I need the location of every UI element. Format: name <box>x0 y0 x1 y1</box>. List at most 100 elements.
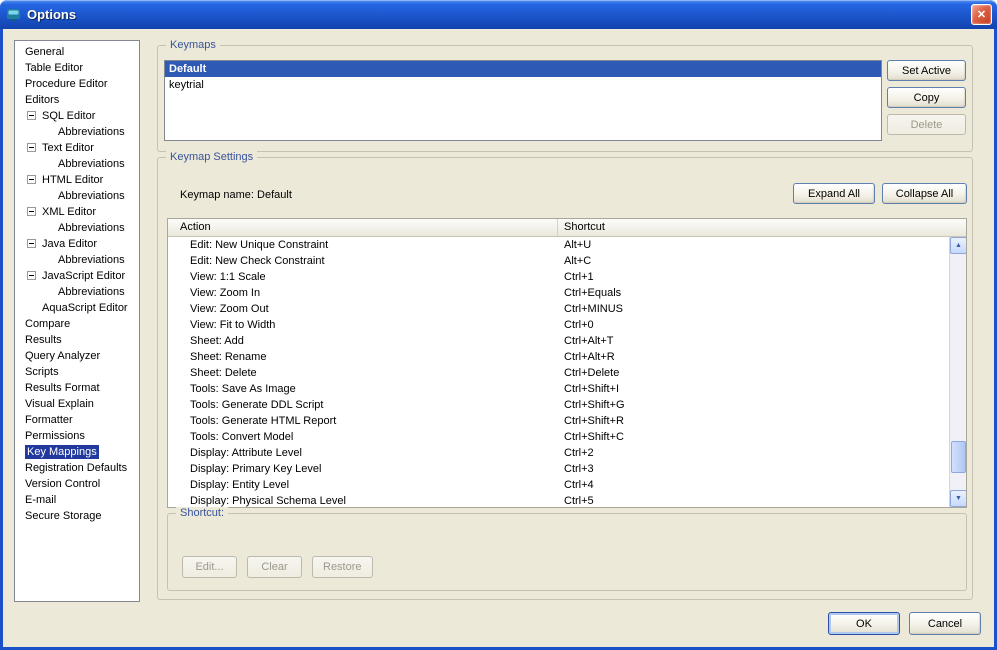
keymap-action-button[interactable]: Copy <box>887 87 966 108</box>
shortcut-cell: Ctrl+Alt+R <box>564 351 615 363</box>
vertical-scrollbar[interactable]: ▲ ▼ <box>949 237 966 507</box>
table-row[interactable]: Display: Entity Level Ctrl+4 <box>168 477 949 493</box>
table-row[interactable]: Display: Primary Key Level Ctrl+3 <box>168 461 949 477</box>
sidebar-item[interactable]: Java Editor <box>15 236 139 252</box>
sidebar-item[interactable]: HTML Editor <box>15 172 139 188</box>
action-cell: Display: Primary Key Level <box>190 463 322 475</box>
sidebar-item[interactable]: Results <box>15 332 139 348</box>
sidebar-item[interactable]: Procedure Editor <box>15 76 139 92</box>
collapse-expander-icon[interactable] <box>27 175 36 184</box>
shortcut-cell: Ctrl+5 <box>564 495 594 507</box>
keymap-settings-group: Keymap Settings Keymap name: Default Exp… <box>157 151 973 600</box>
expand-all-button[interactable]: Expand All <box>793 183 875 204</box>
titlebar[interactable]: Options ✕ <box>0 0 997 29</box>
sidebar-item[interactable]: Text Editor <box>15 140 139 156</box>
sidebar-item[interactable]: AquaScript Editor <box>15 300 139 316</box>
table-row[interactable]: Sheet: Add Ctrl+Alt+T <box>168 333 949 349</box>
cancel-button[interactable]: Cancel <box>909 612 981 635</box>
keymap-list: Default keytrial <box>164 60 882 141</box>
table-row[interactable]: Tools: Generate DDL Script Ctrl+Shift+G <box>168 397 949 413</box>
table-row[interactable]: Sheet: Delete Ctrl+Delete <box>168 365 949 381</box>
table-row[interactable]: Display: Physical Schema Level Ctrl+5 <box>168 493 949 507</box>
sidebar-item[interactable]: Table Editor <box>15 60 139 76</box>
sidebar-item-label: Compare <box>25 318 71 330</box>
sidebar-item[interactable]: JavaScript Editor <box>15 268 139 284</box>
sidebar-item-label: Abbreviations <box>58 158 125 170</box>
collapse-all-button[interactable]: Collapse All <box>882 183 967 204</box>
sidebar-item[interactable]: Secure Storage <box>15 508 139 524</box>
scroll-down-icon[interactable]: ▼ <box>950 490 966 507</box>
table-header: Action Shortcut <box>168 219 966 237</box>
sidebar-item[interactable]: Formatter <box>15 412 139 428</box>
sidebar-item-label: Procedure Editor <box>25 78 108 90</box>
sidebar-item[interactable]: Abbreviations <box>15 124 139 140</box>
collapse-expander-icon[interactable] <box>27 239 36 248</box>
keymap-settings-title: Keymap Settings <box>166 151 258 163</box>
sidebar-item[interactable]: Visual Explain <box>15 396 139 412</box>
table-row[interactable]: View: Zoom In Ctrl+Equals <box>168 285 949 301</box>
sidebar-item[interactable]: Compare <box>15 316 139 332</box>
sidebar-item[interactable]: Query Analyzer <box>15 348 139 364</box>
sidebar-item[interactable]: Editors <box>15 92 139 108</box>
table-row[interactable]: Sheet: Rename Ctrl+Alt+R <box>168 349 949 365</box>
table-row[interactable]: View: Fit to Width Ctrl+0 <box>168 317 949 333</box>
sidebar-item[interactable]: Abbreviations <box>15 220 139 236</box>
app-icon <box>6 7 22 23</box>
sidebar-item-label: AquaScript Editor <box>42 302 128 314</box>
sidebar-item[interactable]: E-mail <box>15 492 139 508</box>
table-row[interactable]: Display: Attribute Level Ctrl+2 <box>168 445 949 461</box>
scrollbar-thumb[interactable] <box>951 441 966 473</box>
sidebar-item[interactable]: Scripts <box>15 364 139 380</box>
sidebar-item[interactable]: Version Control <box>15 476 139 492</box>
column-header-shortcut[interactable]: Shortcut <box>558 219 966 236</box>
keymap-label: keytrial <box>169 79 204 91</box>
table-row[interactable]: Tools: Convert Model Ctrl+Shift+C <box>168 429 949 445</box>
keymap-action-button[interactable]: Set Active <box>887 60 966 81</box>
collapse-expander-icon[interactable] <box>27 143 36 152</box>
table-row[interactable]: Tools: Save As Image Ctrl+Shift+I <box>168 381 949 397</box>
sidebar-item[interactable]: SQL Editor <box>15 108 139 124</box>
table-row[interactable]: Edit: New Unique Constraint Alt+U <box>168 237 949 253</box>
shortcut-buttons: Edit... Clear Restore <box>182 556 373 578</box>
sidebar-item-label: Java Editor <box>42 238 98 250</box>
collapse-expander-icon[interactable] <box>27 111 36 120</box>
sidebar-item-label: E-mail <box>25 494 57 506</box>
sidebar-item[interactable]: Results Format <box>15 380 139 396</box>
keymap-action-button[interactable]: Delete <box>887 114 966 135</box>
sidebar-item[interactable]: Permissions <box>15 428 139 444</box>
table-row[interactable]: View: Zoom Out Ctrl+MINUS <box>168 301 949 317</box>
keymaps-group: Keymaps Default keytrial Set Active Copy D… <box>157 39 973 152</box>
collapse-expander-icon[interactable] <box>27 207 36 216</box>
table-row[interactable]: Edit: New Check Constraint Alt+C <box>168 253 949 269</box>
sidebar-item[interactable]: Registration Defaults <box>15 460 139 476</box>
sidebar-item-label: Abbreviations <box>58 286 125 298</box>
sidebar-item-label: Registration Defaults <box>25 462 128 474</box>
collapse-expander-icon[interactable] <box>27 271 36 280</box>
action-cell: Sheet: Add <box>190 335 244 347</box>
shortcut-cell: Ctrl+Alt+T <box>564 335 614 347</box>
sidebar-item[interactable]: Abbreviations <box>15 252 139 268</box>
shortcut-action-button[interactable]: Restore <box>312 556 373 578</box>
ok-button[interactable]: OK <box>828 612 900 635</box>
keymap-list-item[interactable]: Default <box>165 61 881 77</box>
sidebar-item-label: XML Editor <box>42 206 97 218</box>
table-row[interactable]: Tools: Generate HTML Report Ctrl+Shift+R <box>168 413 949 429</box>
sidebar-item[interactable]: Key Mappings <box>15 444 139 460</box>
sidebar-item[interactable]: Abbreviations <box>15 188 139 204</box>
keymap-list-item[interactable]: keytrial <box>165 77 881 93</box>
shortcut-action-button[interactable]: Clear <box>247 556 302 578</box>
sidebar-item[interactable]: General <box>15 44 139 60</box>
sidebar-item[interactable]: XML Editor <box>15 204 139 220</box>
column-header-action[interactable]: Action <box>168 219 558 236</box>
sidebar-item-label: Query Analyzer <box>25 350 101 362</box>
close-icon: ✕ <box>976 9 987 21</box>
table-row[interactable]: View: 1:1 Scale Ctrl+1 <box>168 269 949 285</box>
sidebar-item[interactable]: Abbreviations <box>15 156 139 172</box>
sidebar-item[interactable]: Abbreviations <box>15 284 139 300</box>
close-button[interactable]: ✕ <box>971 4 992 25</box>
shortcut-action-button[interactable]: Edit... <box>182 556 237 578</box>
scroll-up-icon[interactable]: ▲ <box>950 237 966 254</box>
sidebar-item-label: Results <box>25 334 62 346</box>
sidebar-item-label: Text Editor <box>42 142 94 154</box>
shortcut-cell: Ctrl+1 <box>564 271 594 283</box>
